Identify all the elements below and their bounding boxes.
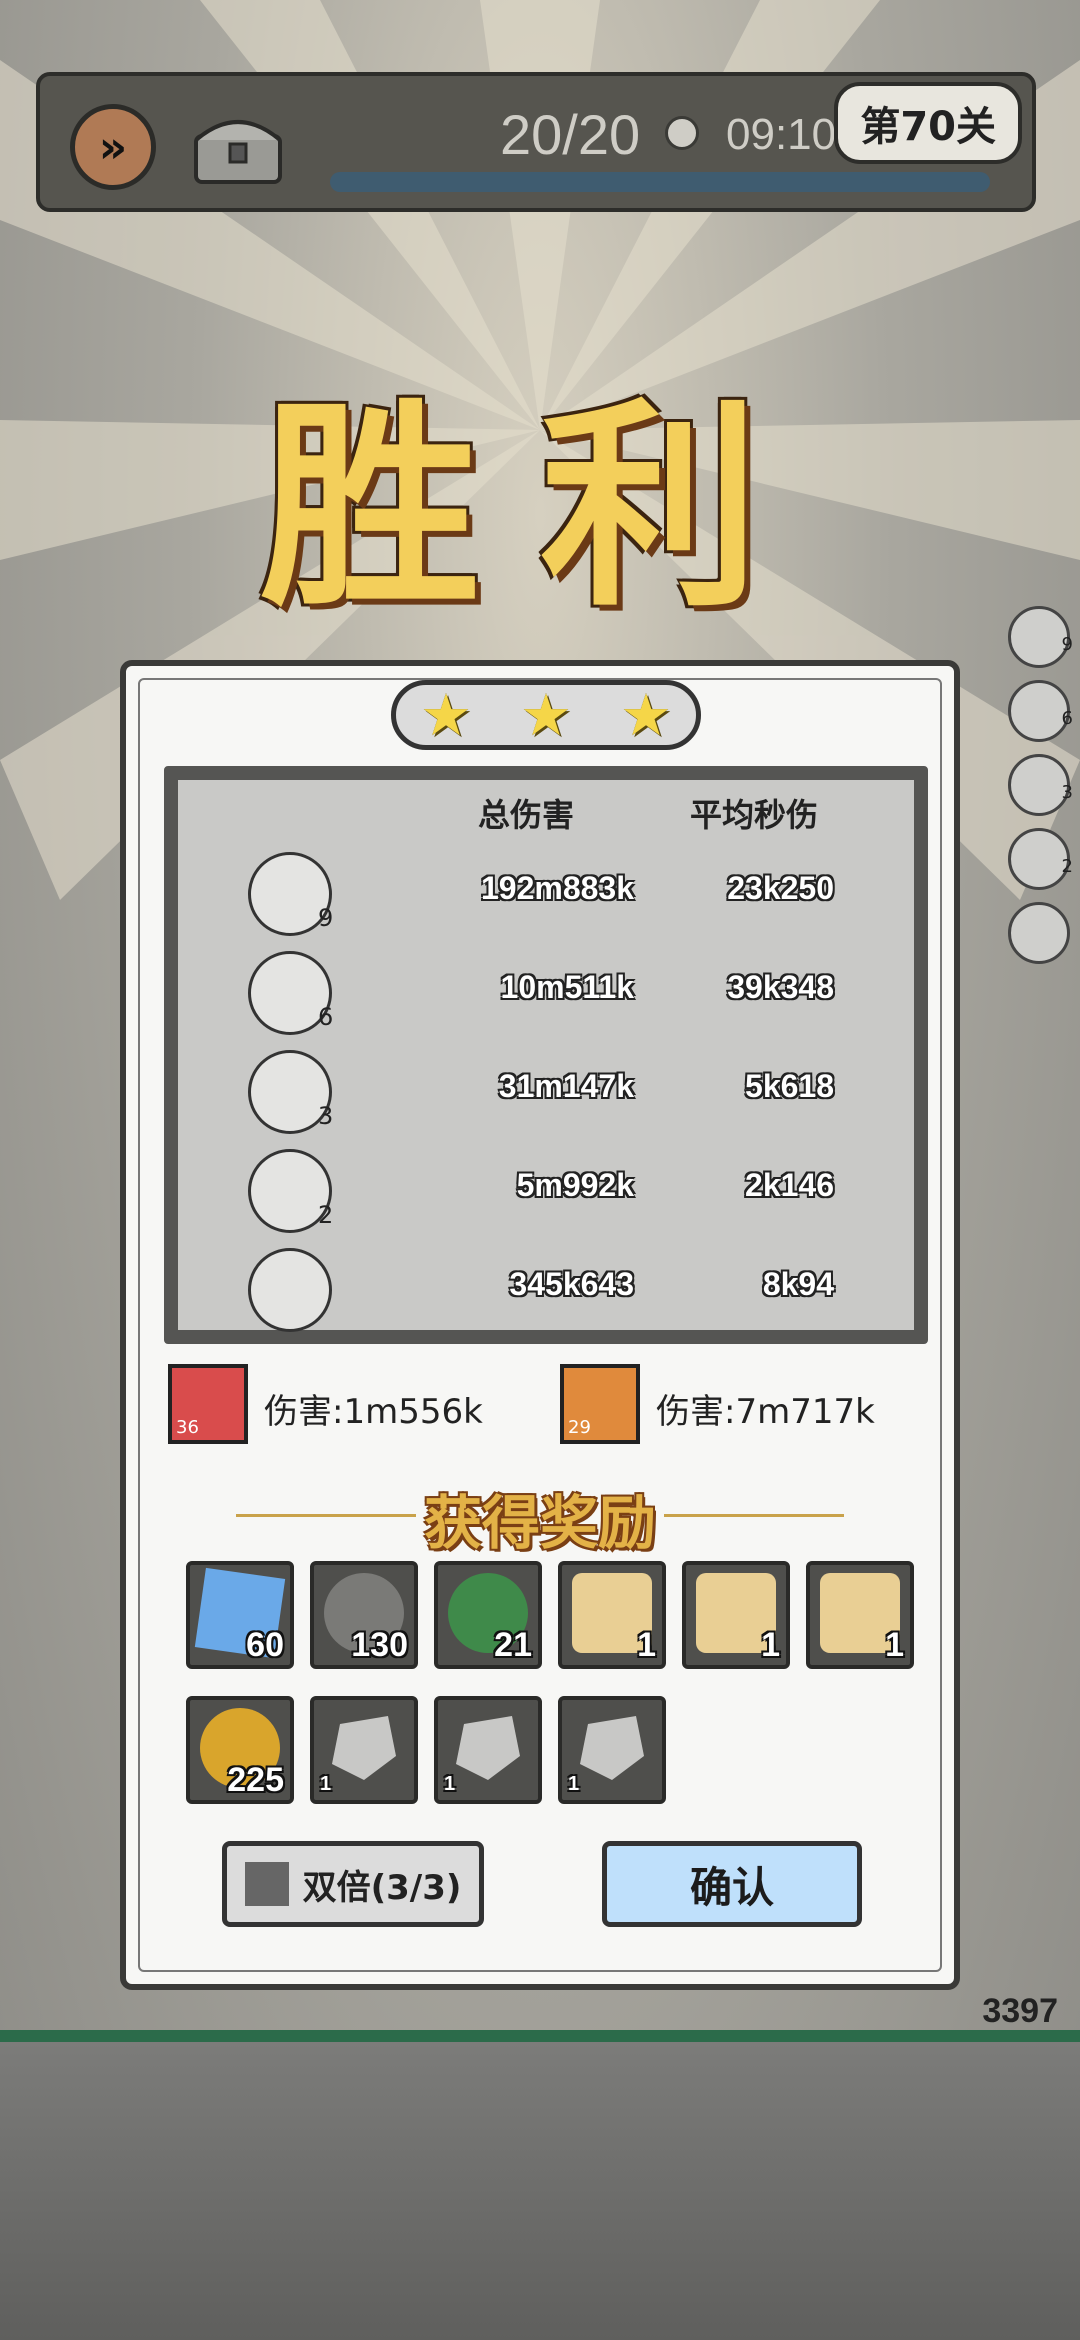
reward-item[interactable]: 130: [310, 1561, 418, 1669]
star-rating: ★ ★ ★: [391, 680, 701, 750]
star-icon: ★: [620, 681, 672, 749]
total-damage: 31m147k: [498, 1068, 634, 1104]
total-damage: 345k643: [509, 1266, 634, 1302]
reward-item[interactable]: 1: [558, 1696, 666, 1804]
double-reward-label: 双倍(3/3): [302, 1867, 462, 1908]
reward-item[interactable]: 225: [186, 1696, 294, 1804]
treasure-chest-icon[interactable]: [190, 110, 286, 186]
reward-item[interactable]: 1: [434, 1696, 542, 1804]
reward-item[interactable]: 1: [558, 1561, 666, 1669]
side-skill-icon: 6: [1008, 680, 1073, 742]
side-skill-list: 9 6 3 2: [1008, 606, 1080, 976]
reward-item[interactable]: 21: [434, 1561, 542, 1669]
avg-dps: 8k94: [762, 1266, 834, 1302]
table-row: 345k643 8k94: [178, 1248, 914, 1338]
avg-dps: 5k618: [745, 1068, 834, 1104]
item-count: 60: [246, 1626, 284, 1664]
hero-level: 29: [568, 1417, 591, 1438]
side-skill-icon: 3: [1008, 754, 1073, 816]
fast-forward-icon: »: [98, 121, 128, 173]
table-row: 2 5m992k 2k146: [178, 1149, 914, 1239]
table-row: 3 31m147k 5k618: [178, 1050, 914, 1140]
item-count: 225: [227, 1761, 284, 1799]
reward-item[interactable]: 60: [186, 1561, 294, 1669]
damage-stats-table: 总伤害 平均秒伤 9 192m883k 23k250 6 10m511k 39k…: [164, 766, 928, 1344]
side-skill-level: 9: [1061, 634, 1073, 655]
double-reward-button[interactable]: 双倍(3/3): [222, 1841, 484, 1927]
side-skill-icon: [1008, 902, 1070, 964]
star-icon: ★: [420, 681, 472, 749]
total-damage: 192m883k: [480, 870, 634, 906]
ore-icon: [580, 1716, 644, 1780]
timer: 09:10: [726, 110, 837, 159]
clock-icon: [665, 116, 699, 150]
star-icon: ★: [520, 681, 572, 749]
item-count: 1: [885, 1626, 904, 1664]
wave-progress-bar: [330, 172, 990, 192]
boss-hp-value: 3397: [982, 1992, 1058, 2030]
total-damage: 10m511k: [500, 969, 634, 1005]
confirm-label: 确认: [689, 1862, 774, 1912]
item-count: 21: [494, 1626, 532, 1664]
item-count: 1: [320, 1773, 332, 1795]
lightning-icon: [248, 1248, 332, 1332]
wave-counter: 20/20: [500, 103, 641, 166]
confirm-button[interactable]: 确认: [602, 1841, 862, 1927]
avg-dps: 23k250: [727, 870, 834, 906]
reward-item[interactable]: 1: [806, 1561, 914, 1669]
ore-icon: [332, 1716, 396, 1780]
hero-damage-text: 伤害:7m717k: [656, 1392, 875, 1432]
side-skill-level: 2: [1061, 856, 1073, 877]
hero-level: 36: [176, 1417, 199, 1438]
table-row: 6 10m511k 39k348: [178, 951, 914, 1041]
item-count: 130: [351, 1626, 408, 1664]
hero-avatar[interactable]: 29: [560, 1364, 640, 1444]
reward-item[interactable]: 1: [310, 1696, 418, 1804]
skill-level: 2: [318, 1201, 334, 1229]
item-count: 1: [568, 1773, 580, 1795]
skill-level: 9: [318, 904, 334, 932]
side-skill-level: 3: [1061, 782, 1073, 803]
fast-forward-button[interactable]: »: [70, 104, 156, 190]
hero-avatar[interactable]: 36: [168, 1364, 248, 1444]
top-hud: » 20/20 09:10 第70关: [36, 72, 1036, 212]
battle-ground: [0, 2030, 1080, 2340]
column-header-total: 总伤害: [478, 796, 575, 834]
item-count: 1: [444, 1773, 456, 1795]
reward-title: 获得奖励: [423, 1489, 656, 1557]
side-skill-level: 6: [1061, 708, 1073, 729]
side-skill-icon: 9: [1008, 606, 1073, 668]
boss-hp-bar: [0, 2030, 1080, 2042]
victory-panel: ★ ★ ★ 总伤害 平均秒伤 9 192m883k 23k250 6 10m51…: [120, 660, 960, 1990]
avg-dps: 2k146: [745, 1167, 834, 1203]
avg-dps: 39k348: [727, 969, 834, 1005]
hero-damage-text: 伤害:1m556k: [264, 1392, 483, 1432]
item-count: 1: [637, 1626, 656, 1664]
ore-icon: [456, 1716, 520, 1780]
side-skill-icon: 2: [1008, 828, 1073, 890]
level-badge: 第70关: [834, 82, 1022, 164]
skill-level: 3: [318, 1102, 334, 1130]
item-count: 1: [761, 1626, 780, 1664]
column-header-avg: 平均秒伤: [690, 796, 819, 834]
table-row: 9 192m883k 23k250: [178, 852, 914, 942]
skill-level: 6: [318, 1003, 334, 1031]
video-play-icon: [244, 1862, 289, 1906]
reward-item[interactable]: 1: [682, 1561, 790, 1669]
victory-title: 胜利: [259, 377, 820, 636]
total-damage: 5m992k: [516, 1167, 634, 1203]
